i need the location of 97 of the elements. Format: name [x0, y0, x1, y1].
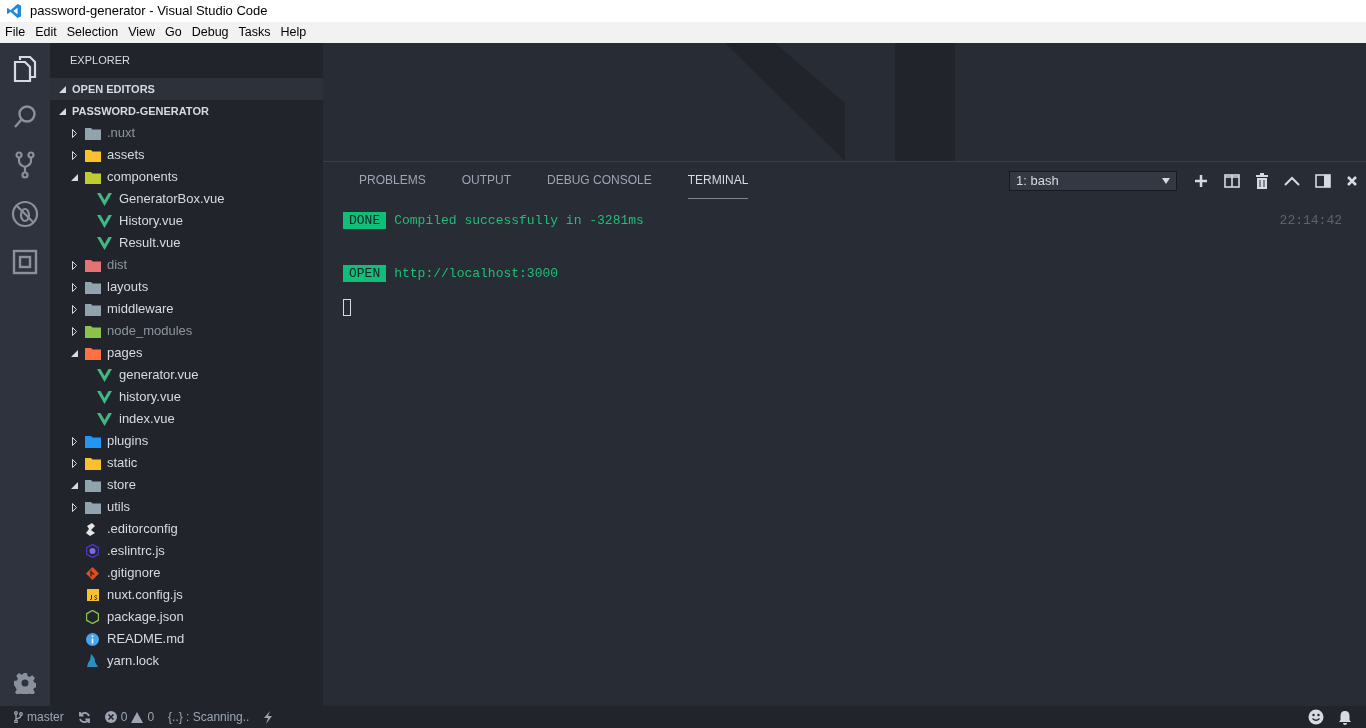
menu-item[interactable]: Tasks: [233, 23, 276, 42]
tree-file[interactable]: History.vue: [50, 210, 323, 232]
collapsed-arrow-icon: [71, 282, 77, 292]
expanded-arrow-icon: [58, 85, 66, 93]
trash-icon[interactable]: [1255, 172, 1269, 189]
tree-file[interactable]: nuxt.config.js: [50, 584, 323, 606]
settings-icon[interactable]: [14, 672, 36, 694]
folder-item[interactable]: plugins: [50, 430, 323, 452]
dropdown-caret-icon: [1162, 177, 1170, 184]
v-logo-icon: [97, 368, 112, 382]
bell-icon[interactable]: [1338, 709, 1352, 725]
folder-item[interactable]: node_modules: [50, 320, 323, 342]
collapsed-arrow-icon: [71, 128, 77, 138]
panel-layout-icon[interactable]: [1315, 173, 1331, 188]
app-logo-icon: [6, 3, 22, 19]
v-logo-icon: [97, 214, 112, 228]
expanded-arrow-icon: [70, 349, 78, 357]
section-header[interactable]: OPEN EDITORS: [50, 78, 323, 100]
hexagon-icon: [86, 610, 99, 624]
tree-file[interactable]: generator.vue: [50, 364, 323, 386]
collapsed-arrow-icon: [71, 458, 77, 468]
problems-indicator[interactable]: 0 0: [104, 708, 155, 726]
chevron-up-icon[interactable]: [1284, 175, 1300, 186]
folder-item[interactable]: assets: [50, 144, 323, 166]
panel-tab[interactable]: PROBLEMS: [359, 162, 426, 199]
tree-file[interactable]: .eslintrc.js: [50, 540, 323, 562]
source-control-icon[interactable]: [13, 151, 37, 179]
v-logo-icon: [97, 390, 112, 404]
js-file-icon: [86, 589, 99, 601]
terminal-output: http://localhost:3000: [394, 264, 560, 283]
menu-item[interactable]: File: [0, 23, 31, 42]
terminal-output: Compiled successfully in -3281ms: [394, 212, 645, 230]
menu-item[interactable]: Selection: [61, 23, 124, 42]
branch-icon: [14, 711, 23, 723]
window-title: password-generator - Visual Studio Code: [30, 2, 268, 21]
panel-tab[interactable]: TERMINAL: [687, 162, 749, 199]
collapsed-arrow-icon: [71, 260, 77, 270]
expanded-arrow-icon: [58, 107, 66, 115]
folder-item[interactable]: middleware: [50, 298, 323, 320]
terminal-select[interactable]: 1: bash: [1009, 170, 1177, 191]
tree-file[interactable]: package.json: [50, 606, 323, 628]
folder-item[interactable]: store: [50, 474, 323, 496]
collapsed-arrow-icon: [71, 326, 77, 336]
collapsed-arrow-icon: [71, 150, 77, 160]
menu-item[interactable]: Go: [160, 23, 187, 42]
status-badge: OPEN: [343, 264, 387, 282]
status-badge: DONE: [343, 212, 387, 230]
plus-icon[interactable]: [1193, 172, 1209, 189]
split-icon[interactable]: [1224, 173, 1240, 188]
files-icon[interactable]: [12, 55, 38, 83]
expanded-arrow-icon: [70, 481, 78, 489]
tree-file[interactable]: README.md: [50, 628, 323, 650]
expanded-arrow-icon: [70, 173, 78, 181]
folder-item[interactable]: dist: [50, 254, 323, 276]
branch-indicator[interactable]: master: [14, 708, 64, 726]
git-icon: [86, 566, 99, 580]
scanning-status: {..} : Scanning..: [168, 709, 250, 726]
v-logo-icon: [97, 236, 112, 250]
folder-item[interactable]: components: [50, 166, 323, 188]
section-header[interactable]: PASSWORD-GENERATOR: [50, 100, 323, 122]
tree-file[interactable]: .editorconfig: [50, 518, 323, 540]
tree-file[interactable]: GeneratorBox.vue: [50, 188, 323, 210]
menu-item[interactable]: Debug: [186, 23, 234, 42]
folder-item[interactable]: layouts: [50, 276, 323, 298]
collapsed-arrow-icon: [71, 304, 77, 314]
tree-file[interactable]: yarn.lock: [50, 650, 323, 672]
folder-item[interactable]: pages: [50, 342, 323, 364]
folder-item[interactable]: .nuxt: [50, 122, 323, 144]
folder-item[interactable]: utils: [50, 496, 323, 518]
collapsed-arrow-icon: [71, 502, 77, 512]
explorer-title: EXPLORER: [70, 53, 130, 69]
extensions-icon[interactable]: [12, 249, 38, 275]
v-logo-icon: [97, 192, 112, 206]
tree-file[interactable]: Result.vue: [50, 232, 323, 254]
smiley-icon[interactable]: [1308, 709, 1324, 725]
panel-tab[interactable]: DEBUG CONSOLE: [547, 162, 652, 199]
menu-item[interactable]: Help: [275, 23, 312, 42]
tree-file[interactable]: .gitignore: [50, 562, 323, 584]
lightning-icon[interactable]: [263, 710, 274, 724]
panel-tab[interactable]: OUTPUT: [461, 162, 512, 199]
hexagon-icon: [86, 544, 99, 558]
debug-icon[interactable]: [11, 200, 39, 228]
terminal-cursor: [343, 299, 351, 316]
timestamp: 22:14:42: [1279, 212, 1342, 230]
tree-file[interactable]: history.vue: [50, 386, 323, 408]
sync-icon[interactable]: [77, 710, 91, 724]
search-icon[interactable]: [12, 104, 38, 130]
folder-item[interactable]: static: [50, 452, 323, 474]
tree-file[interactable]: index.vue: [50, 408, 323, 430]
warning-icon: [131, 711, 144, 723]
close-icon[interactable]: [1346, 174, 1358, 187]
v-logo-icon: [97, 412, 112, 426]
collapsed-arrow-icon: [71, 436, 77, 446]
menu-item[interactable]: Edit: [30, 23, 62, 42]
menu-item[interactable]: View: [123, 23, 160, 42]
info-icon: [86, 632, 99, 646]
error-icon: [104, 711, 117, 723]
